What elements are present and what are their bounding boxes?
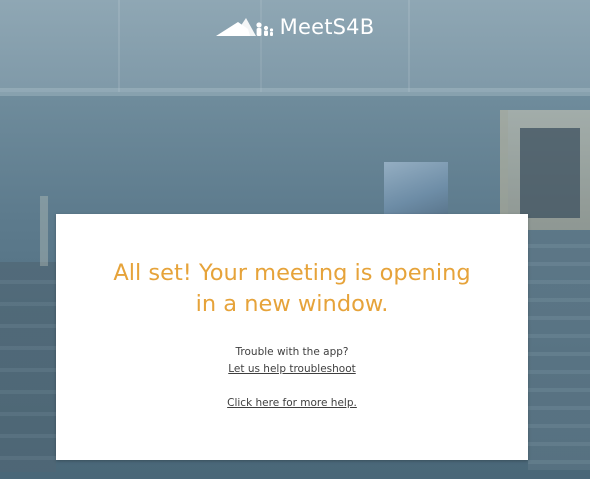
mountain-people-logo-icon — [215, 18, 273, 36]
background-wall-photo — [384, 162, 448, 218]
status-card: All set! Your meeting is opening in a ne… — [56, 214, 528, 460]
background-post — [40, 196, 48, 266]
brand-name: MeetS4B — [279, 15, 375, 39]
more-help-link[interactable]: Click here for more help. — [227, 396, 357, 410]
page-background: MeetS4B All set! Your meeting is opening… — [0, 0, 590, 479]
troubleshoot-link[interactable]: Let us help troubleshoot — [228, 362, 356, 376]
status-headline: All set! Your meeting is opening in a ne… — [86, 258, 498, 320]
background-desk — [528, 230, 590, 470]
headline-line-2: in a new window. — [195, 291, 389, 317]
headline-line-1: All set! Your meeting is opening — [113, 260, 471, 286]
trouble-text: Trouble with the app? — [235, 346, 349, 358]
header-logo: MeetS4B — [0, 12, 590, 42]
background-shelf — [0, 262, 56, 472]
background-beam — [0, 88, 590, 96]
background-glass-pane — [520, 128, 580, 218]
